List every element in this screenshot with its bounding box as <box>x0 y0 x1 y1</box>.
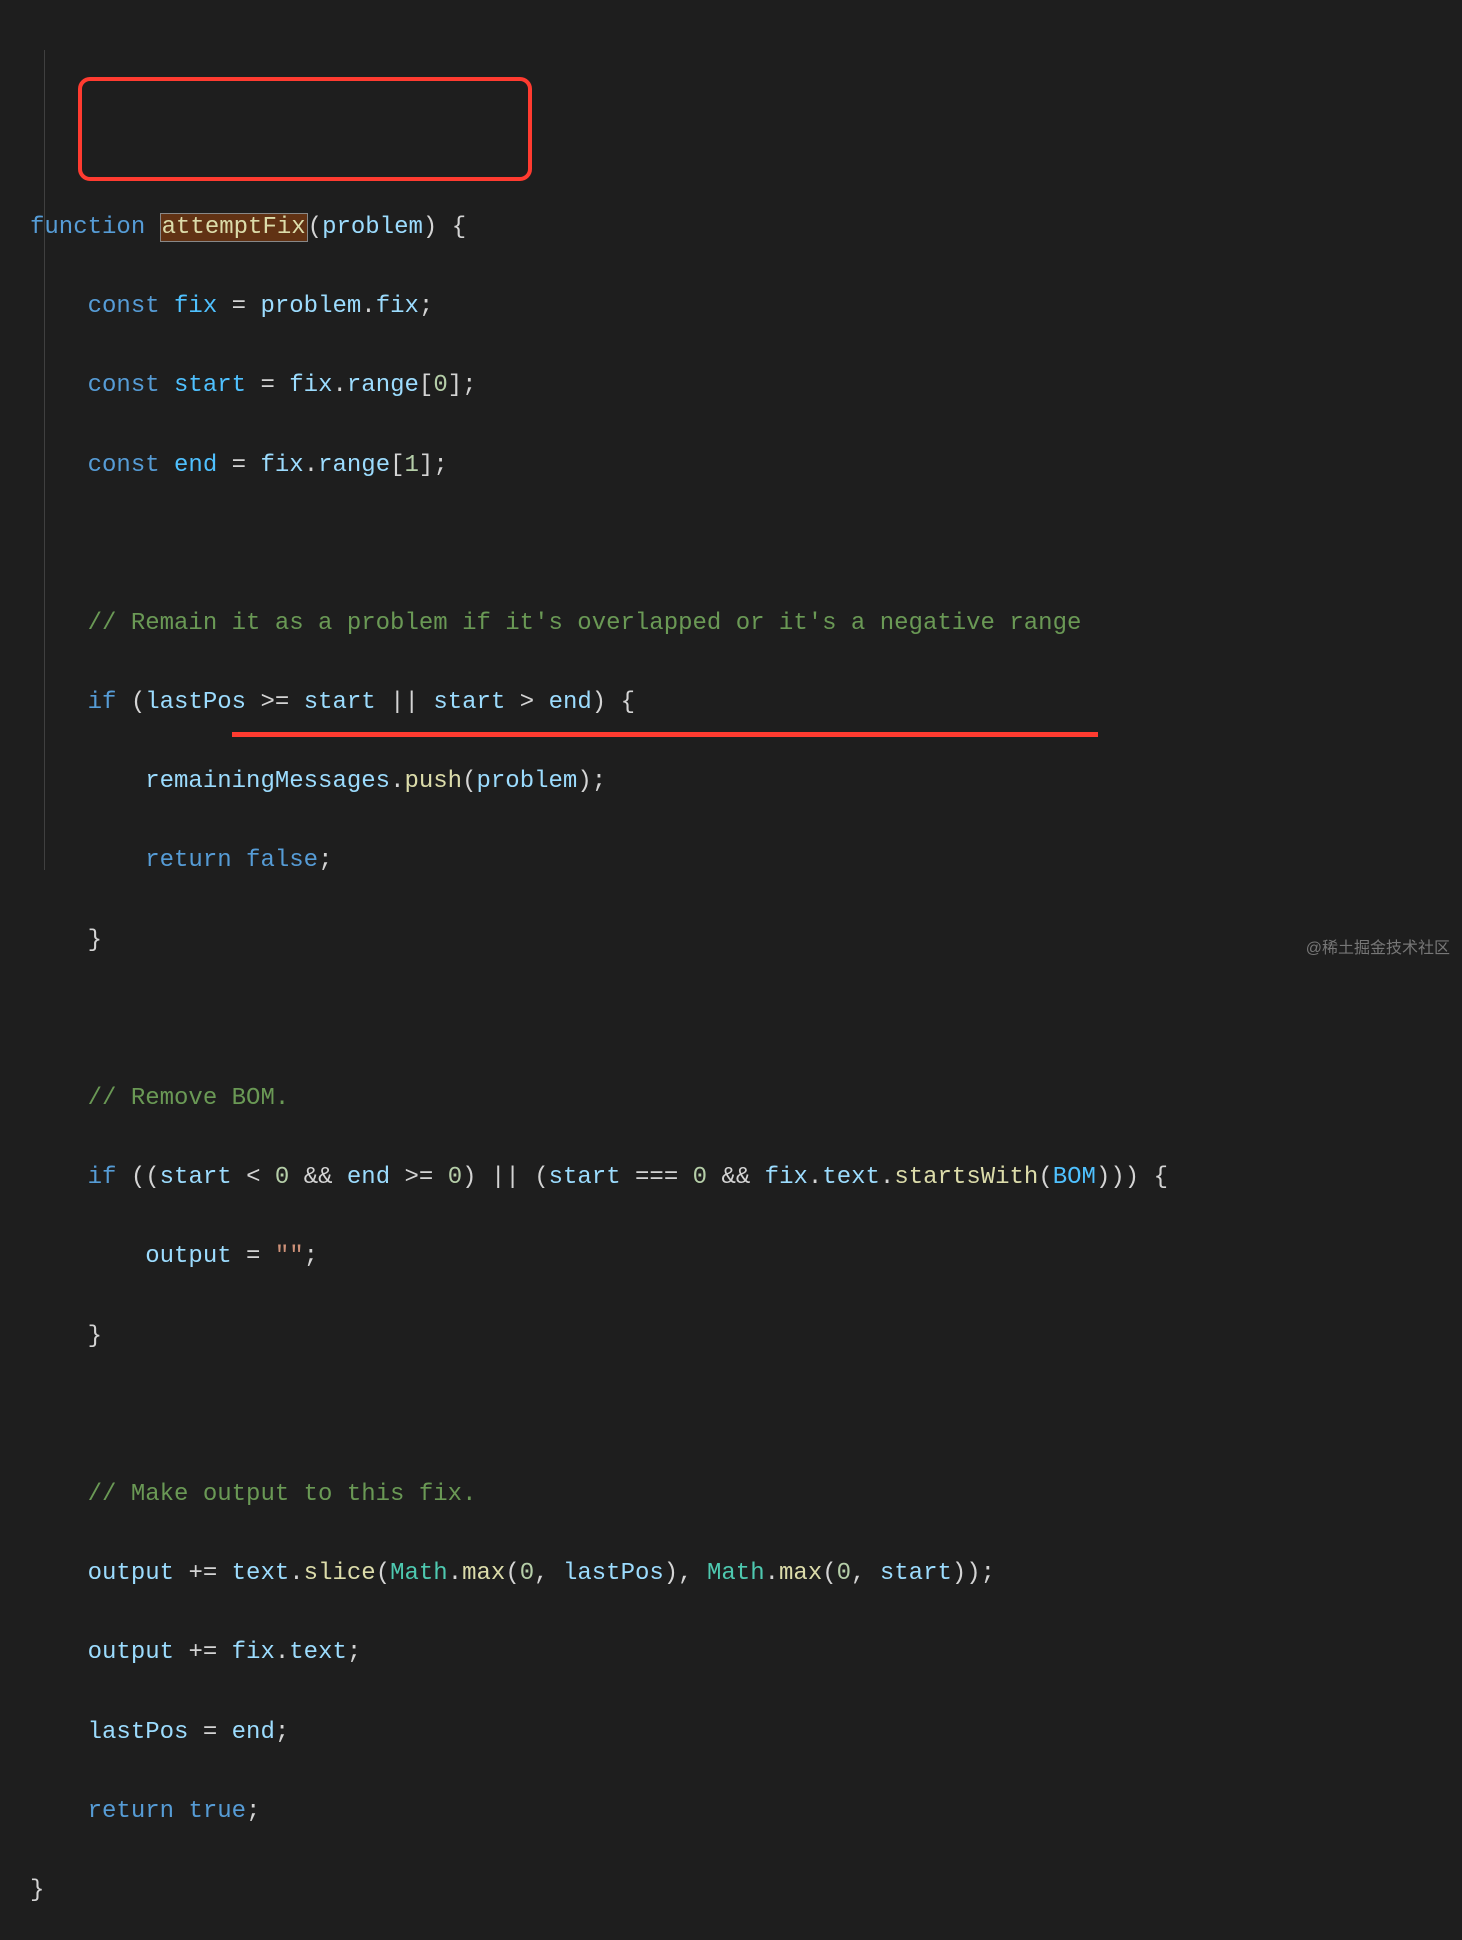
variable-output: output <box>145 1243 231 1270</box>
code-line: if (lastPos >= start || start > end) { <box>30 683 1462 723</box>
comment: // Remove BOM. <box>88 1085 290 1112</box>
parameter: problem <box>322 214 423 241</box>
code-line: lastPos = end; <box>30 1713 1462 1753</box>
boolean-true: true <box>188 1798 246 1825</box>
variable-end: end <box>174 452 217 479</box>
code-line: } <box>30 1871 1462 1911</box>
comment: // Remain it as a problem if it's overla… <box>88 610 1082 637</box>
keyword-if: if <box>88 689 117 716</box>
code-line: return false; <box>30 841 1462 881</box>
code-line: const fix = problem.fix; <box>30 287 1462 327</box>
watermark: @稀土掘金技术社区 <box>1306 936 1450 962</box>
code-line: output += text.slice(Math.max(0, lastPos… <box>30 1554 1462 1594</box>
code-line: return true; <box>30 1792 1462 1832</box>
code-line: output += fix.text; <box>30 1633 1462 1673</box>
function-name: attemptFix <box>160 213 308 242</box>
code-line: const start = fix.range[0]; <box>30 366 1462 406</box>
keyword-const: const <box>88 293 160 320</box>
variable-remaining: remainingMessages <box>145 768 390 795</box>
class-math: Math <box>390 1560 448 1587</box>
code-line: function attemptFix(problem) { <box>30 208 1462 248</box>
code-line: // Remain it as a problem if it's overla… <box>30 604 1462 644</box>
comment: // Make output to this fix. <box>88 1481 477 1508</box>
code-line: const end = fix.range[1]; <box>30 446 1462 486</box>
code-line: output = ""; <box>30 1237 1462 1277</box>
variable-fix: fix <box>174 293 217 320</box>
string-empty: "" <box>275 1243 304 1270</box>
code-line: } <box>30 1317 1462 1357</box>
highlight-box-annotation <box>78 77 532 181</box>
boolean-false: false <box>246 847 318 874</box>
code-editor[interactable]: function attemptFix(problem) { const fix… <box>30 168 1462 1940</box>
code-line: // Make output to this fix. <box>30 1475 1462 1515</box>
code-line: remainingMessages.push(problem); <box>30 762 1462 802</box>
code-line <box>30 1396 1462 1436</box>
code-line: // Remove BOM. <box>30 1079 1462 1119</box>
variable-start: start <box>174 372 246 399</box>
constant-bom: BOM <box>1053 1164 1096 1191</box>
code-line <box>30 525 1462 565</box>
keyword-function: function <box>30 214 145 241</box>
code-line: } <box>30 921 1462 961</box>
code-line: if ((start < 0 && end >= 0) || (start ==… <box>30 1158 1462 1198</box>
code-line <box>30 1000 1462 1040</box>
keyword-return: return <box>145 847 231 874</box>
